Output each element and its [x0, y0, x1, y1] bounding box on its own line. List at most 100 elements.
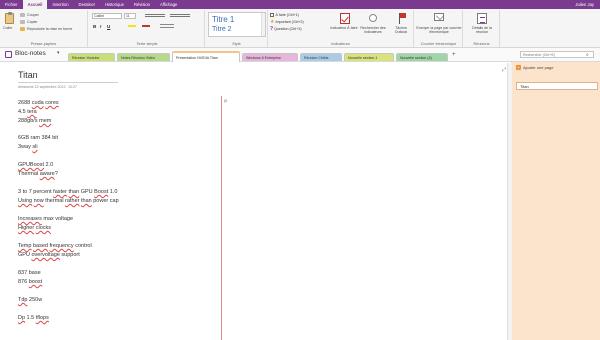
highlight-icon[interactable] [128, 25, 136, 27]
copy-button[interactable]: Copier [27, 20, 38, 24]
format-painter-icon[interactable] [20, 27, 25, 31]
bold-button[interactable]: B [93, 24, 96, 29]
title-underline [18, 82, 118, 83]
tag-important[interactable]: ★ Important (Ctrl+2) [270, 20, 304, 25]
notebook-name[interactable]: Bloc-notes [15, 50, 46, 57]
outlook-tasks-icon[interactable] [397, 13, 407, 24]
menu-bar: Fichier Accueil Insertion Dessiner Historiqu… [0, 0, 600, 9]
spell-flagged-word: cuda [31, 100, 44, 106]
todo-tag-button[interactable]: Indicateur À faire [330, 26, 358, 30]
chevron-down-icon[interactable]: ▾ [57, 50, 60, 56]
note-line[interactable]: Temp based frequency control [18, 243, 92, 249]
style-heading-2[interactable]: Titre 2 [212, 26, 232, 33]
meeting-details-icon[interactable] [477, 13, 487, 24]
note-line[interactable]: Dp 1.5 tflops [18, 315, 49, 321]
tag-todo[interactable]: À faire (Ctrl+1) [270, 13, 299, 17]
spell-flagged-word: now [33, 198, 44, 204]
format-painter-button[interactable]: Reproduire la mise en forme [27, 27, 72, 31]
paste-icon[interactable] [5, 12, 14, 24]
note-line[interactable]: 837 base [18, 270, 41, 276]
pages-panel: + Ajouter une page Titan [512, 62, 600, 340]
email-group: Envoyer la page par courrier électroniqu… [415, 10, 463, 47]
menu-tab-3[interactable]: Dessiner [74, 0, 101, 9]
note-text: 3 to 7 percent [18, 189, 54, 195]
tag-question[interactable]: ? Question (Ctrl+3) [270, 27, 302, 32]
page-list-item[interactable]: Titan [516, 82, 598, 90]
numbering-icon[interactable] [170, 14, 190, 17]
note-line[interactable]: 6GB ram 384 bit [18, 135, 58, 141]
expand-icon[interactable]: ⤢ [502, 67, 506, 73]
spell-flagged-word: boost [28, 279, 43, 285]
spell-flagged-word: frequency [49, 243, 74, 249]
section-tab-3[interactable]: Windows 8 Entreprise [242, 53, 298, 61]
add-section-button[interactable]: + [452, 52, 456, 58]
notebook-icon[interactable] [5, 51, 12, 58]
menu-tab-4[interactable]: Historique [100, 0, 129, 9]
spell-flagged-word: tera [27, 109, 37, 115]
page-date: dimanche 22 septembre 2013 [18, 85, 66, 89]
note-line[interactable]: 4.5 tera [18, 109, 37, 115]
menu-tab-5[interactable]: Révision [129, 0, 155, 9]
italic-button[interactable]: I [100, 24, 101, 29]
section-tab-1[interactable]: Notes Réunion Vidéo [117, 53, 170, 61]
note-line[interactable]: Tdp 250w [18, 297, 42, 303]
style-heading-1[interactable]: Titre 1 [212, 15, 234, 24]
note-line[interactable]: 2688 cuda cores [18, 100, 59, 106]
font-color-icon[interactable] [142, 25, 150, 27]
note-line[interactable]: Using now thermal rather than power cap [18, 198, 119, 204]
find-tags-icon[interactable] [369, 14, 377, 22]
note-line[interactable]: GPU overvoltage support [18, 252, 80, 258]
note-line[interactable]: 288gb/s mem [18, 118, 51, 124]
styles-scrollbar[interactable] [261, 13, 265, 36]
menu-tab-2[interactable]: Insertion [47, 0, 73, 9]
paste-button[interactable]: Coller [3, 26, 12, 30]
note-line[interactable]: Increases max voltage [18, 216, 73, 222]
todo-tag-icon[interactable] [340, 13, 350, 24]
note-text: 288gb/s [18, 118, 40, 124]
page-canvas[interactable]: Titan dimanche 22 septembre 2013 10:27 |… [0, 62, 512, 340]
font-size-select[interactable]: 11 [124, 13, 136, 19]
add-page-button[interactable]: + Ajouter une page [516, 65, 553, 70]
cut-button[interactable]: Couper [27, 13, 39, 17]
email-page-button[interactable]: Envoyer la page par courrier électroniqu… [416, 26, 462, 34]
spell-flagged-word: Using [18, 198, 33, 204]
note-text: 1.0 [108, 189, 118, 195]
section-tab-4[interactable]: Réunion Chibis [300, 53, 342, 61]
styles-group-label: Style [232, 42, 241, 46]
search-input[interactable]: Rechercher (Ctrl+E) [520, 51, 594, 58]
section-tab-0[interactable]: Réunion Youtube [68, 53, 115, 61]
page-title[interactable]: Titan [18, 70, 38, 80]
section-tab-5[interactable]: Nouvelle section 1 [344, 53, 394, 61]
menu-tab-0[interactable]: Fichier [0, 0, 23, 9]
user-name[interactable]: Julien Jay [575, 0, 594, 9]
menu-tab-1[interactable]: Accueil [22, 0, 48, 9]
menu-tab-6[interactable]: Affichage [155, 0, 182, 9]
spell-flagged-word: mem [39, 118, 52, 124]
text-cursor-mark: |0 [224, 98, 228, 103]
underline-button[interactable]: U [107, 24, 110, 29]
spell-flagged-word: aware [39, 171, 55, 177]
note-line[interactable]: GPUBoost 2.0 [18, 162, 53, 168]
bullets-icon[interactable] [145, 14, 165, 17]
basic-text-group: Calibri 11 B I U Texte simple [90, 10, 205, 47]
email-page-icon[interactable] [434, 13, 444, 21]
find-tags-button[interactable]: Rechercher des indicateurs [356, 26, 390, 34]
font-name-select[interactable]: Calibri [92, 13, 122, 19]
spell-flagged-word: overvoltage [31, 252, 60, 258]
note-line[interactable]: 3 to 7 percent faster than GPU Boost 1.0 [18, 189, 117, 195]
search-icon[interactable]: ⌕ [586, 52, 589, 58]
note-line[interactable]: Thermal aware? [18, 171, 58, 177]
meeting-details-button[interactable]: Détails de la réunion [466, 26, 498, 34]
outlook-tasks-button[interactable]: Tâches Outlook [390, 26, 412, 34]
note-text: GPU [79, 189, 95, 195]
align-icon[interactable] [160, 24, 174, 28]
copy-icon[interactable] [20, 20, 25, 24]
cut-icon[interactable] [20, 13, 25, 17]
note-line[interactable]: Higher clocks [18, 225, 51, 231]
note-line[interactable]: 3way sli [18, 144, 38, 150]
note-text: 837 base [18, 270, 41, 276]
note-line[interactable]: 876 boost [18, 279, 42, 285]
note-text: 3way [18, 144, 33, 150]
section-tab-2[interactable]: Présentation NVIDIA Titan [172, 51, 240, 62]
section-tab-6[interactable]: Nouvelle section (4) [396, 53, 448, 61]
